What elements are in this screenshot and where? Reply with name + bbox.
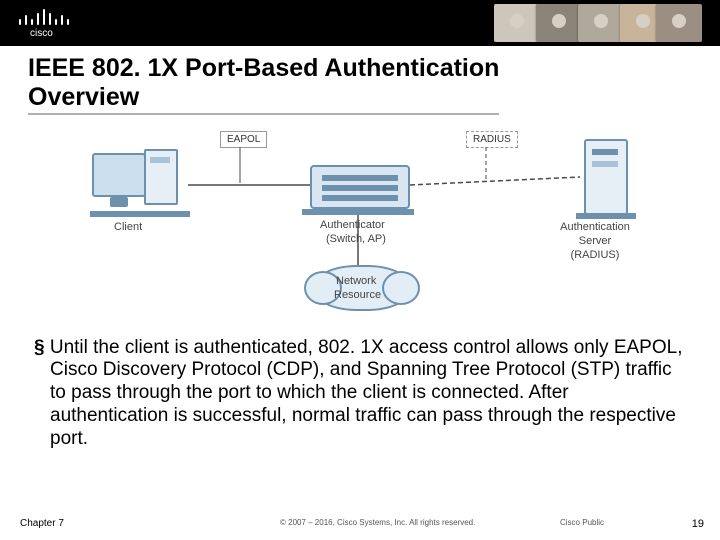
authenticator-label1: Authenticator (320, 219, 385, 231)
banner-photo (536, 4, 582, 42)
top-banner: cisco (0, 0, 720, 46)
desk-line (302, 209, 414, 215)
bullet-marker: § (34, 337, 45, 358)
footer-chapter: Chapter 7 (20, 518, 64, 529)
desk-line (576, 213, 636, 219)
network-resource-label1: Network (336, 275, 376, 287)
desk-line (90, 211, 190, 217)
auth-server-label1: Authentication (550, 221, 640, 233)
cisco-logo-text: cisco (30, 28, 53, 39)
pc-tower-icon (144, 149, 178, 205)
network-resource-label2: Resource (334, 289, 381, 301)
slide-title: IEEE 802. 1X Port-Based Authentication O… (28, 54, 499, 115)
server-icon (584, 139, 628, 215)
footer-page-number: 19 (692, 518, 704, 530)
slide-title-line2: Overview (28, 83, 139, 111)
switch-icon (310, 165, 410, 209)
slide-title-line1: IEEE 802. 1X Port-Based Authentication (28, 54, 499, 82)
authenticator-label2: (Switch, AP) (326, 233, 386, 245)
client-device-icon (90, 149, 186, 213)
auth-diagram: Client Authenticator (Switch, AP) Authen… (80, 125, 640, 315)
client-label: Client (114, 221, 142, 233)
banner-photo (578, 4, 624, 42)
banner-photo (494, 4, 540, 42)
bullet-text: Until the client is authenticated, 802. … (50, 337, 683, 449)
footer-classification: Cisco Public (560, 518, 604, 527)
monitor-icon (92, 153, 146, 197)
cisco-logo-icon: cisco (14, 4, 74, 40)
auth-server-label3: (RADIUS) (550, 249, 640, 261)
bullet-paragraph: § Until the client is authenticated, 802… (34, 337, 686, 451)
banner-photo (656, 4, 702, 42)
banner-photo-strip (442, 4, 702, 42)
radius-proto-box: RADIUS (466, 131, 518, 148)
slide-footer: Chapter 7 © 2007 – 2016, Cisco Systems, … (0, 518, 720, 534)
eapol-proto-box: EAPOL (220, 131, 267, 148)
network-cloud-icon (312, 265, 412, 311)
auth-server-label2: Server (550, 235, 640, 247)
footer-copyright: © 2007 – 2016, Cisco Systems, Inc. All r… (280, 518, 475, 527)
